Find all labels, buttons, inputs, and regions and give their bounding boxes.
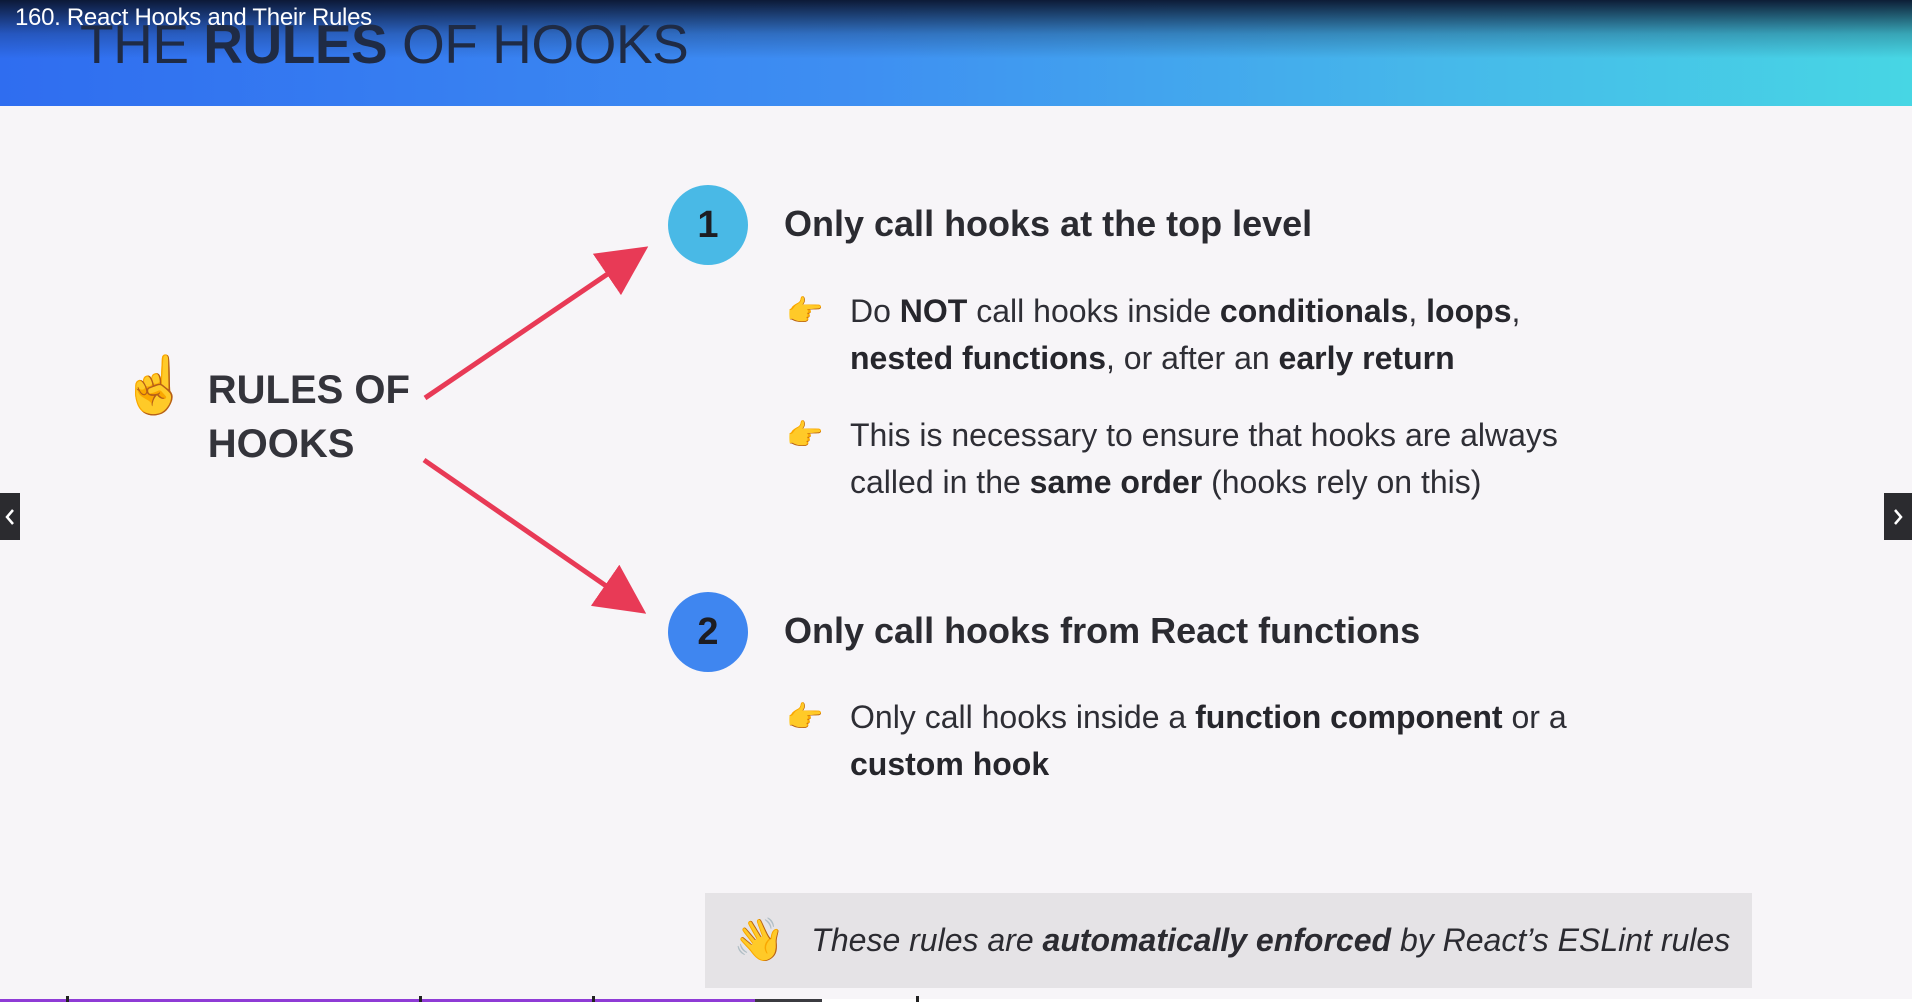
arrow-to-rule-2 [422,457,647,614]
video-progress-bar[interactable] [0,996,1912,1003]
rule-1-number-badge: 1 [668,185,748,265]
rule-2-heading: Only call hooks from React functions [784,610,1421,651]
pointing-right-icon: 👉 [786,419,824,452]
progress-played [0,999,756,1002]
pointing-right-icon: 👉 [786,295,824,328]
rule-2-bullet-1: 👉 Only call hooks inside a function comp… [786,694,1630,788]
bullet-text: Do NOT call hooks inside conditionals, l… [850,293,1521,376]
eslint-note-text: These rules are automatically enforced b… [811,922,1731,958]
chapter-marker[interactable] [66,996,69,1002]
rule-1-heading: Only call hooks at the top level [784,203,1313,244]
arrow-to-rule-1 [423,246,649,401]
bullet-text: This is necessary to ensure that hooks a… [850,417,1558,500]
bullet-text: Only call hooks inside a function compon… [850,699,1567,782]
progress-buffered [755,999,823,1002]
rule-1-bullet-1: 👉 Do NOT call hooks inside conditionals,… [786,288,1630,382]
chapter-marker[interactable] [592,996,595,1002]
eslint-note-box: 👋 These rules are automatically enforced… [705,893,1752,988]
chapter-marker[interactable] [419,996,422,1002]
waving-hand-icon: 👋 [733,916,786,963]
chapter-marker[interactable] [916,996,919,1002]
pointing-right-icon: 👉 [786,701,824,734]
rule-2-number-badge: 2 [668,592,748,672]
rule-1-bullet-2: 👉 This is necessary to ensure that hooks… [786,412,1630,506]
